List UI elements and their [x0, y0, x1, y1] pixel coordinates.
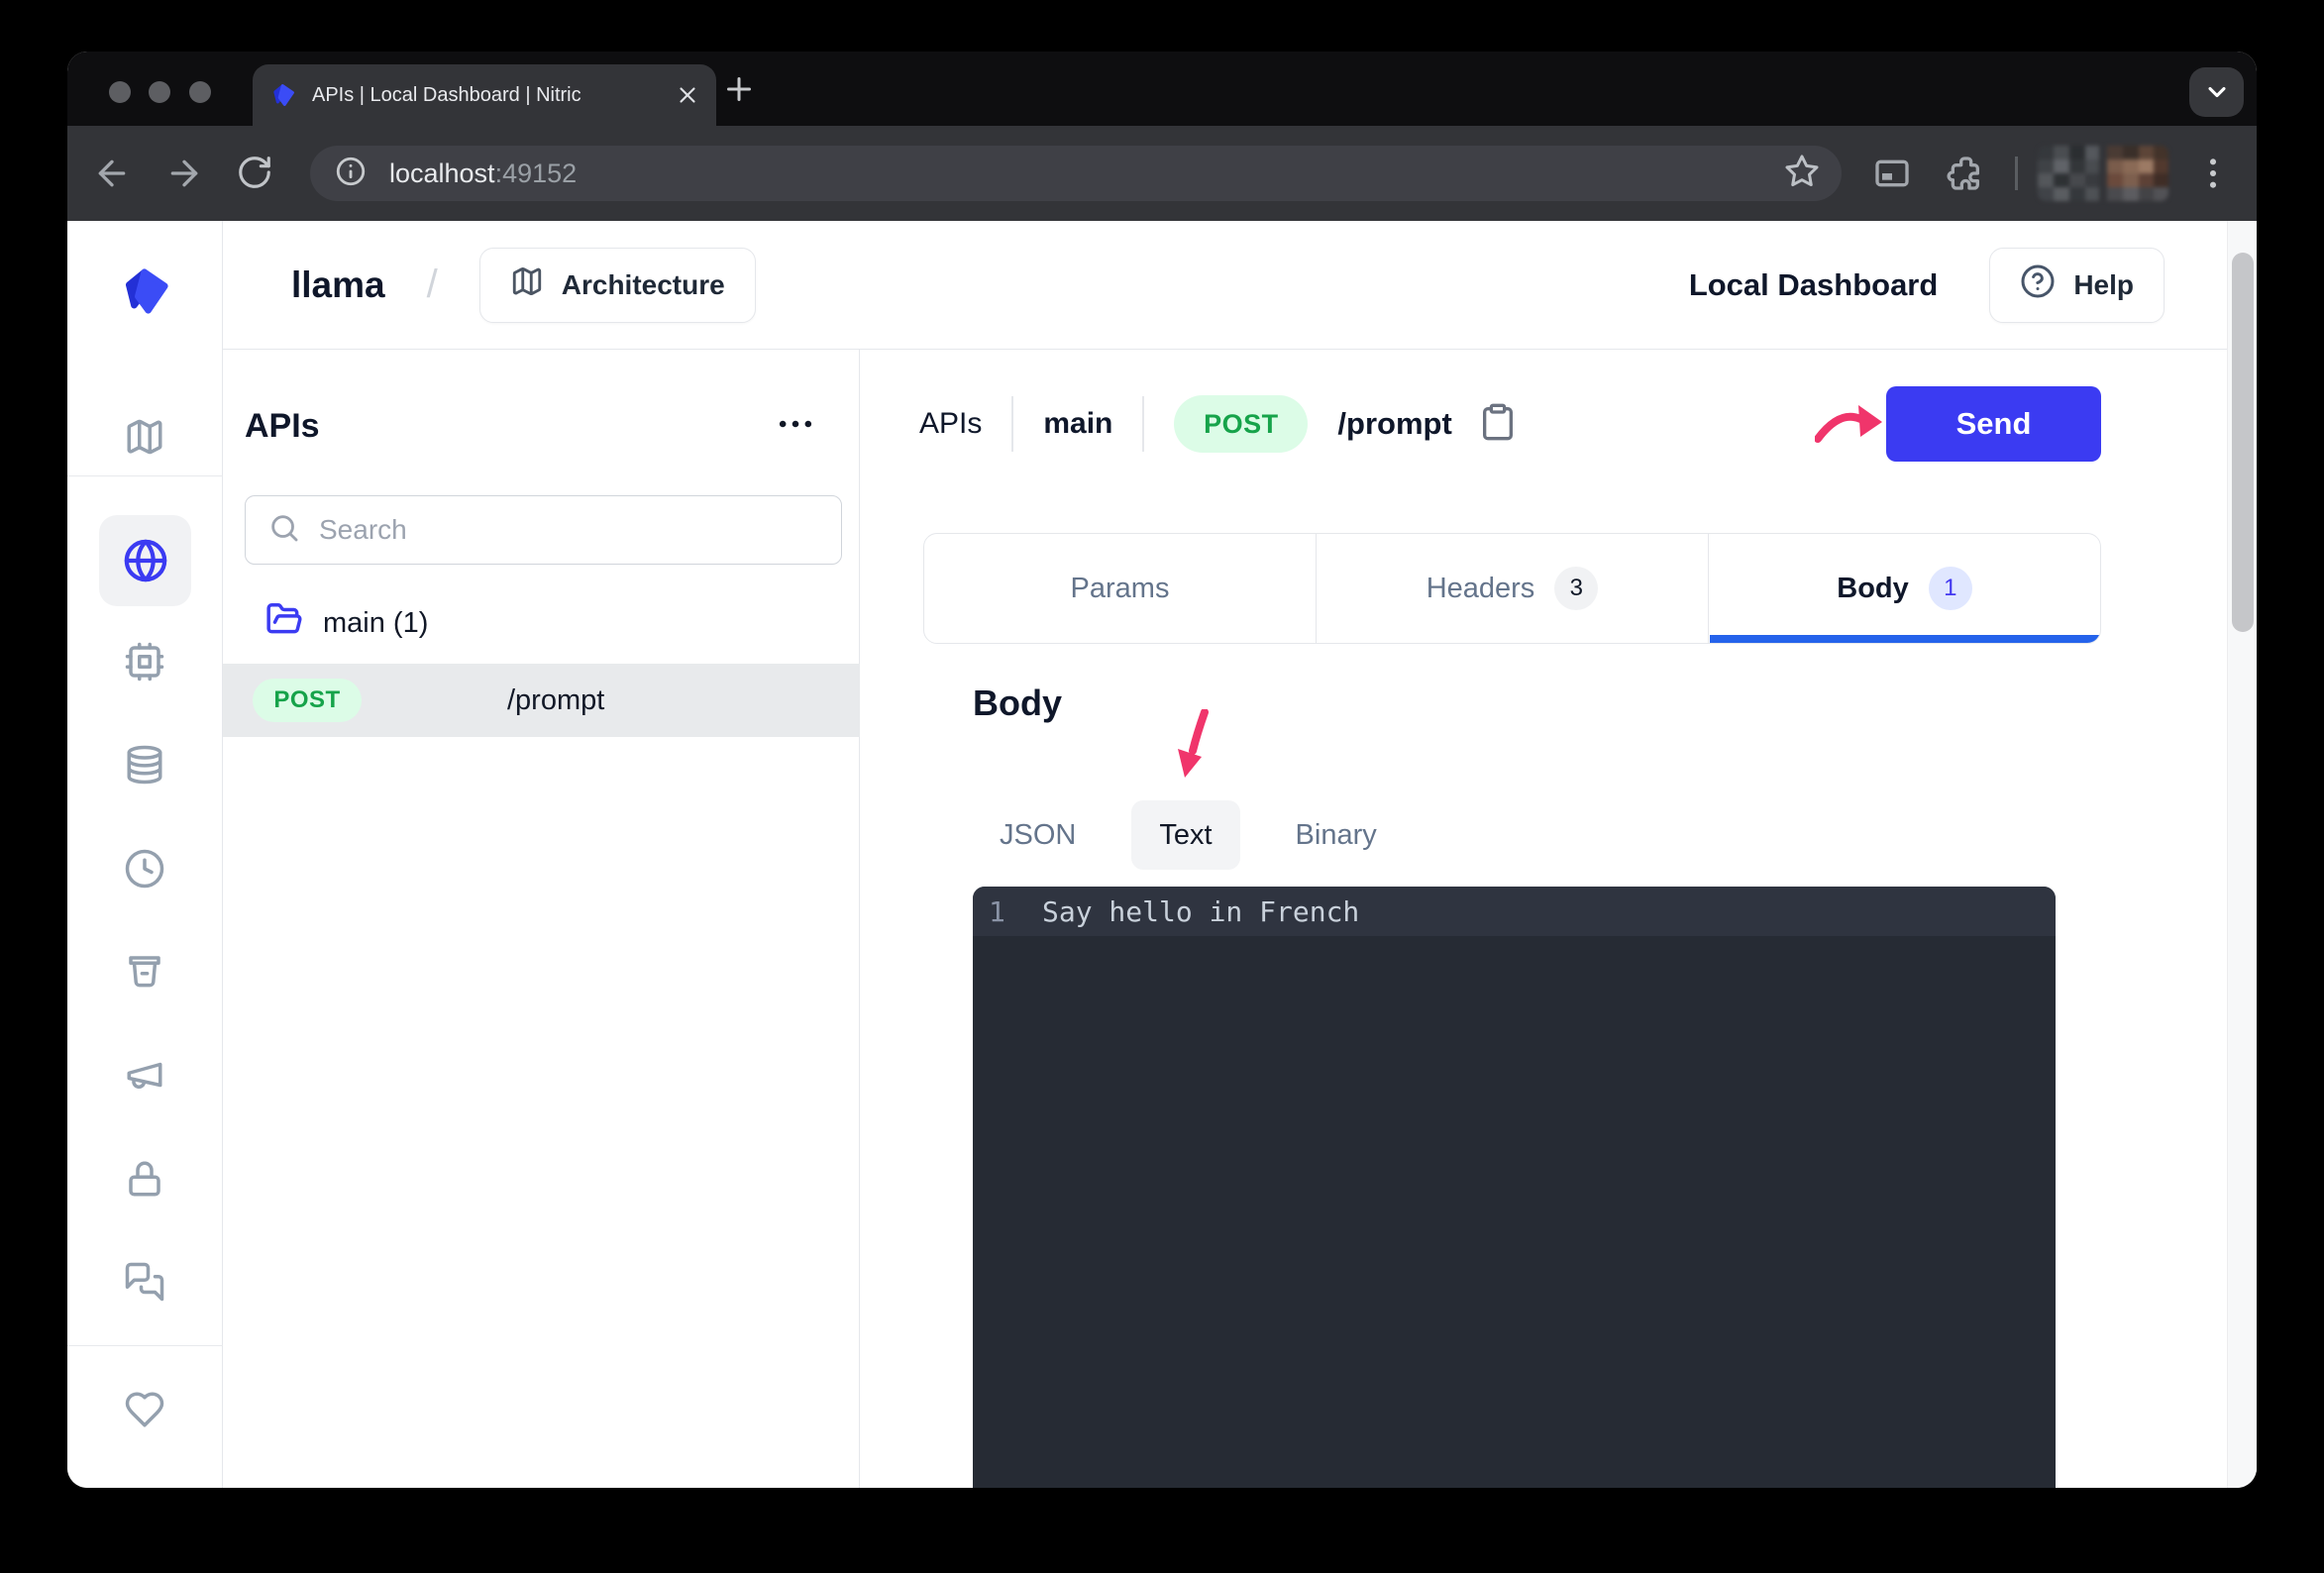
- breadcrumb-divider: [1142, 396, 1144, 452]
- body-section-title: Body: [973, 682, 1062, 724]
- toolbar-separator: [2015, 157, 2018, 190]
- breadcrumb-group: main: [1043, 407, 1112, 441]
- api-group-label: main (1): [323, 607, 428, 640]
- sidebar-item-websockets chat-icon[interactable]: [124, 1261, 165, 1308]
- dashboard-page: llama / Architecture Local Dashboard Hel…: [67, 221, 2257, 1488]
- profile-avatar[interactable]: [2038, 146, 2168, 201]
- sidebar-item-apis-active[interactable]: [99, 515, 191, 606]
- search-box: [245, 495, 842, 565]
- tab-params-label: Params: [1071, 573, 1170, 605]
- sidebar-item-architecture map-icon[interactable]: [124, 416, 165, 463]
- tab-close-icon[interactable]: [675, 82, 700, 113]
- folder-open-icon: [265, 600, 303, 646]
- apis-panel: APIs main (1) POST /prompt: [223, 350, 860, 1488]
- sidebar-item-secrets lock-icon[interactable]: [124, 1158, 165, 1205]
- mode-binary[interactable]: Binary: [1296, 819, 1377, 852]
- architecture-button[interactable]: Architecture: [479, 248, 756, 323]
- copy-path-icon[interactable]: [1478, 402, 1518, 447]
- url-address-bar[interactable]: localhost:49152: [310, 146, 1842, 201]
- sidebar-item-feedback heart-icon[interactable]: [124, 1389, 165, 1435]
- browser-tabstrip: APIs | Local Dashboard | Nitric: [67, 52, 2257, 126]
- body-mode-tabs: JSON Text Binary: [973, 800, 1377, 870]
- sidebar-item-topics megaphone-icon[interactable]: [124, 1054, 165, 1101]
- page-scrollbar: [2227, 221, 2257, 1488]
- tab-body-label: Body: [1837, 573, 1909, 605]
- mode-text-active[interactable]: Text: [1131, 800, 1239, 870]
- method-badge: POST: [1174, 395, 1308, 453]
- editor-code-text: Say hello in French: [1042, 895, 1359, 928]
- nitric-logo-icon[interactable]: [115, 259, 176, 329]
- apis-panel-menu-icon[interactable]: [776, 417, 815, 436]
- traffic-light-zoom-button[interactable]: [189, 81, 211, 103]
- search-input[interactable]: [319, 514, 794, 546]
- traffic-light-minimize-button[interactable]: [149, 81, 170, 103]
- traffic-light-close-button[interactable]: [109, 81, 131, 103]
- browser-window: APIs | Local Dashboard | Nitric localhos: [67, 52, 2257, 1488]
- help-label: Help: [2073, 269, 2134, 301]
- scrollbar-thumb[interactable]: [2232, 253, 2254, 632]
- dashboard-header: llama / Architecture Local Dashboard Hel…: [223, 221, 2227, 350]
- site-info-icon[interactable]: [334, 155, 368, 193]
- help-circle-icon: [2020, 263, 2056, 306]
- send-button[interactable]: Send: [1886, 386, 2101, 462]
- tab-headers[interactable]: Headers 3: [1316, 534, 1708, 643]
- new-tab-button[interactable]: [721, 71, 757, 112]
- mode-json[interactable]: JSON: [1000, 819, 1076, 852]
- nitric-favicon-icon: [268, 80, 298, 115]
- globe-icon: [123, 538, 168, 583]
- body-code-editor[interactable]: 1 Say hello in French: [973, 887, 2056, 1488]
- bookmark-star-icon[interactable]: [1784, 154, 1820, 194]
- extensions-puzzle-icon[interactable]: [1945, 154, 1984, 198]
- breadcrumb-separator: /: [427, 262, 438, 307]
- search-icon: [267, 511, 301, 550]
- method-badge: POST: [253, 679, 362, 722]
- editor-active-line: 1 Say hello in French: [973, 887, 2056, 936]
- apis-panel-title: APIs: [245, 407, 320, 446]
- map-icon: [510, 264, 544, 305]
- architecture-label: Architecture: [562, 269, 725, 301]
- request-tabs: Params Headers 3 Body 1: [923, 533, 2101, 644]
- sidebar-divider: [67, 1345, 223, 1346]
- back-button[interactable]: [92, 154, 132, 198]
- breadcrumb-divider: [1011, 396, 1013, 452]
- active-tab-underline: [1710, 635, 2101, 643]
- sidebar-item-schedules clock-icon[interactable]: [124, 848, 165, 894]
- picture-in-picture-icon[interactable]: [1872, 154, 1912, 198]
- annotation-arrow-to-send: [1815, 397, 1884, 456]
- url-host: localhost: [389, 158, 495, 189]
- breadcrumb-apis: APIs: [919, 407, 982, 441]
- sidebar-item-databases database-icon[interactable]: [124, 744, 165, 790]
- sidebar-divider: [67, 475, 223, 476]
- tab-body[interactable]: Body 1: [1708, 534, 2100, 643]
- sidebar-item-services cpu-icon[interactable]: [124, 641, 165, 687]
- forward-button[interactable]: [164, 154, 204, 198]
- tab-title: APIs | Local Dashboard | Nitric: [312, 64, 639, 126]
- browser-tab[interactable]: APIs | Local Dashboard | Nitric: [253, 64, 716, 126]
- endpoint-path: /prompt: [1337, 406, 1451, 442]
- request-breadcrumb: APIs main POST /prompt: [919, 391, 1518, 457]
- browser-toolbar: localhost:49152: [67, 126, 2257, 221]
- route-path: /prompt: [507, 664, 604, 737]
- help-button[interactable]: Help: [1989, 248, 2165, 323]
- api-group-row[interactable]: main (1): [265, 593, 428, 653]
- line-number: 1: [973, 895, 1016, 928]
- icon-sidebar: [67, 221, 223, 1488]
- url-port: :49152: [495, 158, 578, 189]
- api-route-row-selected[interactable]: POST /prompt: [223, 664, 860, 737]
- page-title: Local Dashboard: [1689, 267, 1939, 303]
- annotation-arrow-to-text: [1169, 709, 1213, 786]
- sidebar-item-storage bucket-icon[interactable]: [124, 951, 165, 997]
- request-main: APIs main POST /prompt Send Params: [860, 350, 2227, 1488]
- reload-button[interactable]: [236, 154, 273, 196]
- tab-search-chevron-button[interactable]: [2189, 67, 2244, 117]
- body-count-badge: 1: [1929, 567, 1972, 610]
- browser-menu-kebab-icon[interactable]: [2199, 154, 2227, 198]
- tab-headers-label: Headers: [1426, 573, 1535, 605]
- headers-count-badge: 3: [1554, 567, 1598, 610]
- tab-params[interactable]: Params: [924, 534, 1316, 643]
- project-name: llama: [291, 264, 385, 306]
